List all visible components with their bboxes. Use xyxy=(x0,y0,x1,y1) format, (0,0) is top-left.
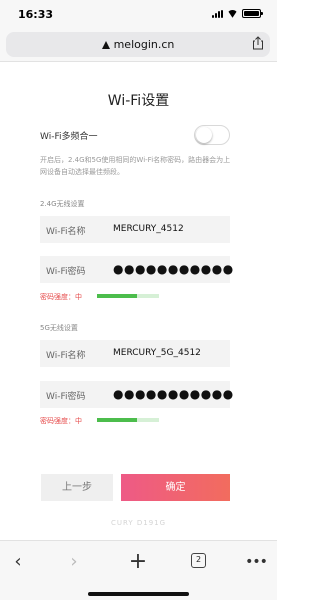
wifi-password-5g-field[interactable]: Wi-Fi密码 ●●●●●●●●●●● xyxy=(40,381,233,408)
more-icon[interactable]: ••• xyxy=(244,551,268,573)
wifi-password-5g-value: ●●●●●●●●●●● xyxy=(113,387,234,401)
status-time: 16:33 xyxy=(18,8,54,21)
wifi-password-24g-field[interactable]: Wi-Fi密码 ●●●●●●●●●●● xyxy=(40,256,233,283)
url-text: melogin.cn xyxy=(113,38,175,51)
wifi-password-5g-label: Wi-Fi密码 xyxy=(46,392,86,402)
confirm-button[interactable]: 确定 xyxy=(121,474,230,501)
section-label-24g: 2.4G无线设置 xyxy=(40,200,85,208)
tabs-icon[interactable]: 2 xyxy=(191,553,206,568)
multi-band-note: 开启后，2.4G和5G使用相同的Wi-Fi名称密码，路由器会为上网设备自动选择最… xyxy=(40,156,231,176)
password-strength-24g-label: 密码强度：中 xyxy=(40,293,82,301)
password-strength-5g-fill xyxy=(97,418,138,422)
back-arrow-icon[interactable]: ‹ xyxy=(6,551,30,573)
signal-icon xyxy=(212,9,223,18)
home-indicator xyxy=(88,592,189,596)
wifi-icon xyxy=(227,10,238,18)
browser-toolbar: ‹ › + 2 ••• xyxy=(0,540,277,600)
page-title: Wi-Fi设置 xyxy=(107,93,170,109)
wifi-name-5g-field[interactable]: Wi-Fi名称 MERCURY_5G_4512 xyxy=(40,340,230,367)
multi-band-toggle[interactable] xyxy=(194,125,230,145)
password-strength-5g-label: 密码强度：中 xyxy=(40,417,82,425)
lock-icon xyxy=(101,41,110,49)
wifi-name-5g-label: Wi-Fi名称 xyxy=(46,351,86,361)
footer-brand: CURY D191G xyxy=(110,519,167,527)
password-strength-5g-bar xyxy=(97,418,159,422)
browser-address-area: melogin.cn xyxy=(0,28,277,62)
back-button[interactable]: 上一步 xyxy=(41,474,113,501)
password-strength-24g-fill xyxy=(97,294,138,298)
url-bar[interactable]: melogin.cn xyxy=(6,32,270,57)
wifi-password-24g-label: Wi-Fi密码 xyxy=(46,267,86,277)
password-strength-24g-bar xyxy=(97,294,159,298)
forward-arrow-icon[interactable]: › xyxy=(62,551,86,573)
new-tab-plus-icon[interactable]: + xyxy=(126,551,150,573)
wifi-name-24g-field[interactable]: Wi-Fi名称 MERCURY_4512 xyxy=(40,216,230,243)
wifi-name-5g-value: MERCURY_5G_4512 xyxy=(113,348,201,358)
battery-icon xyxy=(242,9,263,18)
wifi-name-24g-label: Wi-Fi名称 xyxy=(46,227,86,237)
wifi-name-24g-value: MERCURY_4512 xyxy=(113,224,184,234)
status-icons xyxy=(212,9,263,18)
wifi-password-24g-value: ●●●●●●●●●●● xyxy=(113,262,234,276)
status-bar: 16:33 xyxy=(0,0,277,28)
share-icon[interactable] xyxy=(252,36,264,50)
section-label-5g: 5G无线设置 xyxy=(40,324,78,332)
multi-band-label: Wi-Fi多频合一 xyxy=(40,132,98,142)
toggle-knob xyxy=(196,127,212,143)
